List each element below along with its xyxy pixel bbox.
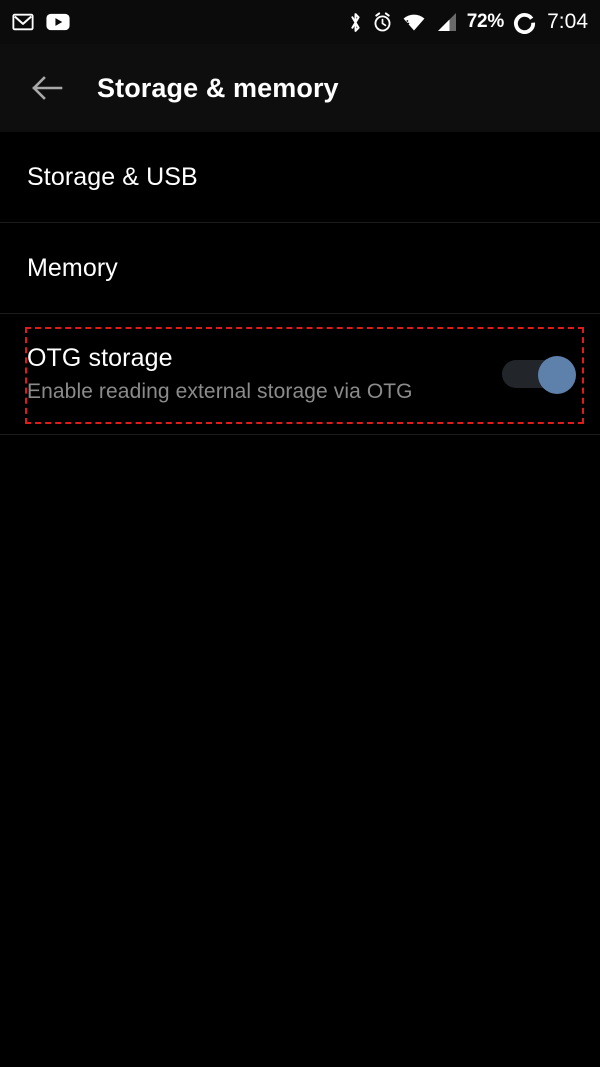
- app-bar: Storage & memory: [0, 44, 600, 132]
- gmail-icon: [12, 11, 34, 33]
- settings-list: Storage & USB Memory OTG storage Enable …: [0, 132, 600, 435]
- do-not-disturb-icon: [513, 11, 536, 34]
- back-arrow-icon: [32, 76, 63, 100]
- phone-screen: 72% 7:04 Storage & memory Storage & USB: [0, 0, 600, 1067]
- status-bar: 72% 7:04: [0, 0, 600, 44]
- list-divider: [0, 434, 600, 435]
- row-text-block: OTG storage Enable reading external stor…: [27, 344, 413, 404]
- page-title: Storage & memory: [97, 72, 339, 103]
- otg-storage-row[interactable]: OTG storage Enable reading external stor…: [0, 314, 600, 434]
- status-bar-system: 72% 7:04: [348, 10, 588, 34]
- row-title: Memory: [27, 253, 118, 282]
- toggle-thumb: [538, 356, 576, 394]
- row-subtitle: Enable reading external storage via OTG: [27, 380, 413, 403]
- youtube-icon: [46, 13, 70, 31]
- status-bar-clock: 7:04: [547, 10, 588, 33]
- back-button[interactable]: [24, 65, 70, 111]
- wifi-icon: [402, 12, 426, 33]
- row-title: OTG storage: [27, 344, 173, 372]
- storage-and-usb-row[interactable]: Storage & USB: [0, 132, 600, 222]
- status-bar-notifications: [12, 11, 70, 33]
- row-text-block: Storage & USB: [27, 163, 198, 192]
- row-text-block: Memory: [27, 254, 118, 283]
- cellular-signal-icon: [435, 12, 458, 33]
- otg-storage-toggle[interactable]: [502, 356, 576, 394]
- battery-percentage: 72%: [466, 11, 505, 32]
- row-title: Storage & USB: [27, 162, 198, 191]
- memory-row[interactable]: Memory: [0, 223, 600, 313]
- bluetooth-icon: [348, 11, 363, 34]
- alarm-icon: [372, 11, 393, 33]
